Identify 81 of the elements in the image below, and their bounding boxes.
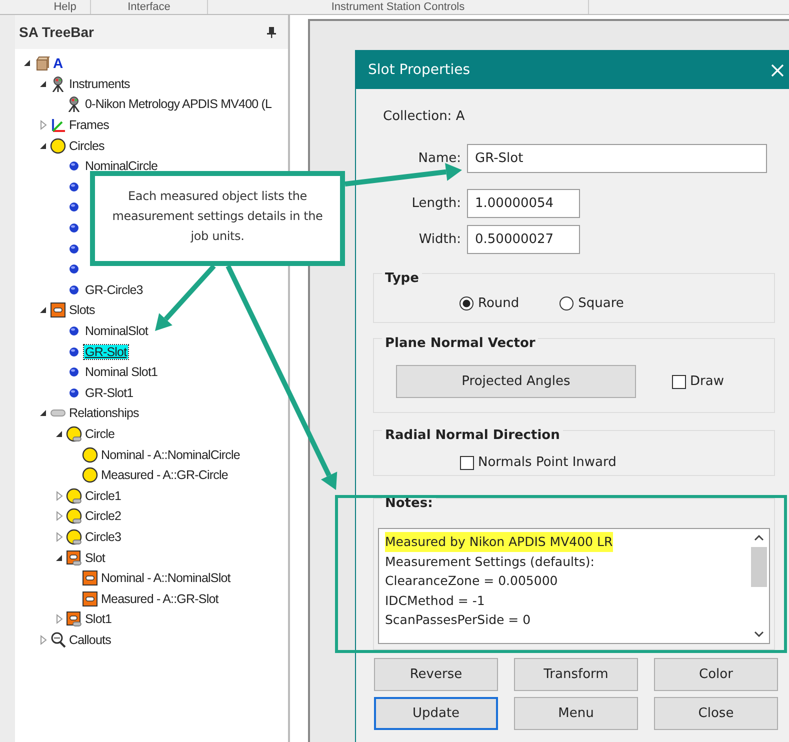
- tree-item[interactable]: Frames: [68, 118, 110, 132]
- linked-circle-icon: [66, 528, 82, 545]
- checkbox[interactable]: [460, 456, 474, 470]
- input-field[interactable]: GR-Slot: [467, 144, 767, 173]
- notes-line: Measurement Settings (defaults):: [385, 552, 594, 571]
- pin-icon[interactable]: [267, 26, 276, 38]
- menu-tab[interactable]: Instrument Station Controls: [208, 0, 589, 14]
- tree-item[interactable]: Circle: [84, 426, 116, 441]
- linked-circle-icon: [66, 488, 82, 504]
- radio-label: Square: [578, 296, 624, 311]
- tree-item[interactable]: Circle2: [84, 509, 122, 524]
- tree-item[interactable]: Slot: [84, 550, 106, 565]
- tree-item[interactable]: A: [52, 55, 64, 72]
- scroll-down-icon[interactable]: [754, 631, 764, 637]
- notes-line: ClearanceZone = 0.005000: [385, 572, 558, 590]
- circle-icon: [50, 138, 66, 154]
- tree-item[interactable]: Slots: [68, 303, 96, 318]
- field-label: Length:: [410, 196, 462, 211]
- tree-item[interactable]: GR-Circle3: [84, 282, 144, 297]
- radio-button[interactable]: [559, 296, 574, 311]
- tree-item[interactable]: Slot1: [84, 612, 112, 626]
- tree-item[interactable]: Measured - A::GR-Circle: [100, 468, 229, 482]
- checkbox-label: Draw: [690, 374, 724, 389]
- tree-item[interactable]: Callouts: [68, 632, 112, 647]
- linked-circle-icon: [66, 426, 82, 442]
- dialog-button[interactable]: Transform: [514, 658, 638, 691]
- slot-icon: [50, 302, 66, 318]
- arrow: [155, 264, 216, 331]
- tree-item[interactable]: GR-Slot1: [84, 386, 134, 400]
- dialog-button[interactable]: Update: [374, 697, 498, 730]
- tree-item[interactable]: Instruments: [68, 76, 131, 91]
- dialog-button[interactable]: Reverse: [374, 658, 498, 691]
- tree-item[interactable]: Circle3: [84, 530, 122, 544]
- slot-icon: [82, 570, 98, 586]
- dialog-title: Slot Properties: [368, 62, 470, 78]
- notes-line: IDCMethod = -1: [385, 592, 485, 610]
- axes-icon: [50, 117, 66, 134]
- menu-tab[interactable]: Interface: [91, 0, 208, 14]
- radio-label: Round: [478, 296, 520, 311]
- collection-box-icon: [34, 55, 50, 72]
- scroll-up-icon[interactable]: [754, 535, 764, 541]
- tree-item[interactable]: 0-Nikon Metrology APDIS MV400 (L: [84, 97, 273, 112]
- notes-text-area[interactable]: Measured by Nikon APDIS MV400 LR Measurement Settings (defaults): ClearanceZone = 0.005000 IDCMethod = -1 ScanPassesPerSide = 0: [378, 528, 770, 644]
- group-title: Type: [382, 271, 422, 286]
- dialog-button[interactable]: Color: [654, 658, 778, 691]
- linked-circle-icon: [66, 508, 82, 524]
- panel-title: SA TreeBar: [19, 24, 94, 40]
- scroll-thumb[interactable]: [751, 547, 767, 587]
- close-icon[interactable]: [771, 64, 784, 76]
- tripod-instrument-icon: [66, 96, 82, 112]
- checkbox[interactable]: [672, 374, 686, 388]
- collection-label: Collection: A: [383, 109, 466, 124]
- notes-line: ScanPassesPerSide = 0: [385, 611, 531, 630]
- tree-item[interactable]: Nominal - A::NominalCircle: [100, 448, 241, 462]
- linked-slot-icon: [66, 611, 82, 628]
- tree-item[interactable]: Measured - A::GR-Slot: [100, 592, 220, 606]
- tree-item[interactable]: Circles: [68, 138, 106, 153]
- tree-item[interactable]: Nominal - A::NominalSlot: [100, 571, 232, 586]
- dialog-button[interactable]: Menu: [514, 697, 638, 730]
- callout-text: Each measured object lists the measurement settings details in the job units.: [90, 171, 345, 266]
- checkbox-label: Normals Point Inward: [478, 455, 616, 470]
- tree-item[interactable]: Nominal Slot1: [84, 365, 159, 380]
- tree-item[interactable]: Relationships: [68, 406, 140, 420]
- tree-item[interactable]: NominalSlot: [84, 324, 149, 338]
- radio-button[interactable]: [459, 296, 474, 311]
- field-label: Name:: [417, 151, 462, 166]
- circle-icon: [82, 446, 98, 463]
- field-label: Width:: [418, 232, 462, 247]
- tripod-instrument-icon: [50, 76, 66, 92]
- tree-item[interactable]: Circle1: [84, 488, 122, 503]
- circle-icon: [82, 467, 98, 484]
- menu-tab[interactable]: Help: [40, 0, 91, 14]
- projected-angles-button[interactable]: Projected Angles: [396, 365, 636, 398]
- slot-icon: [82, 590, 98, 607]
- tree-item[interactable]: NominalCircle: [84, 159, 159, 174]
- input-field[interactable]: 0.50000027: [467, 225, 580, 254]
- dialog-button[interactable]: Close: [654, 697, 778, 730]
- magnifier-icon: [50, 632, 66, 648]
- input-field[interactable]: 1.00000054: [467, 189, 580, 218]
- tree-item[interactable]: GR-Slot: [84, 344, 128, 359]
- linked-slot-icon: [66, 550, 82, 566]
